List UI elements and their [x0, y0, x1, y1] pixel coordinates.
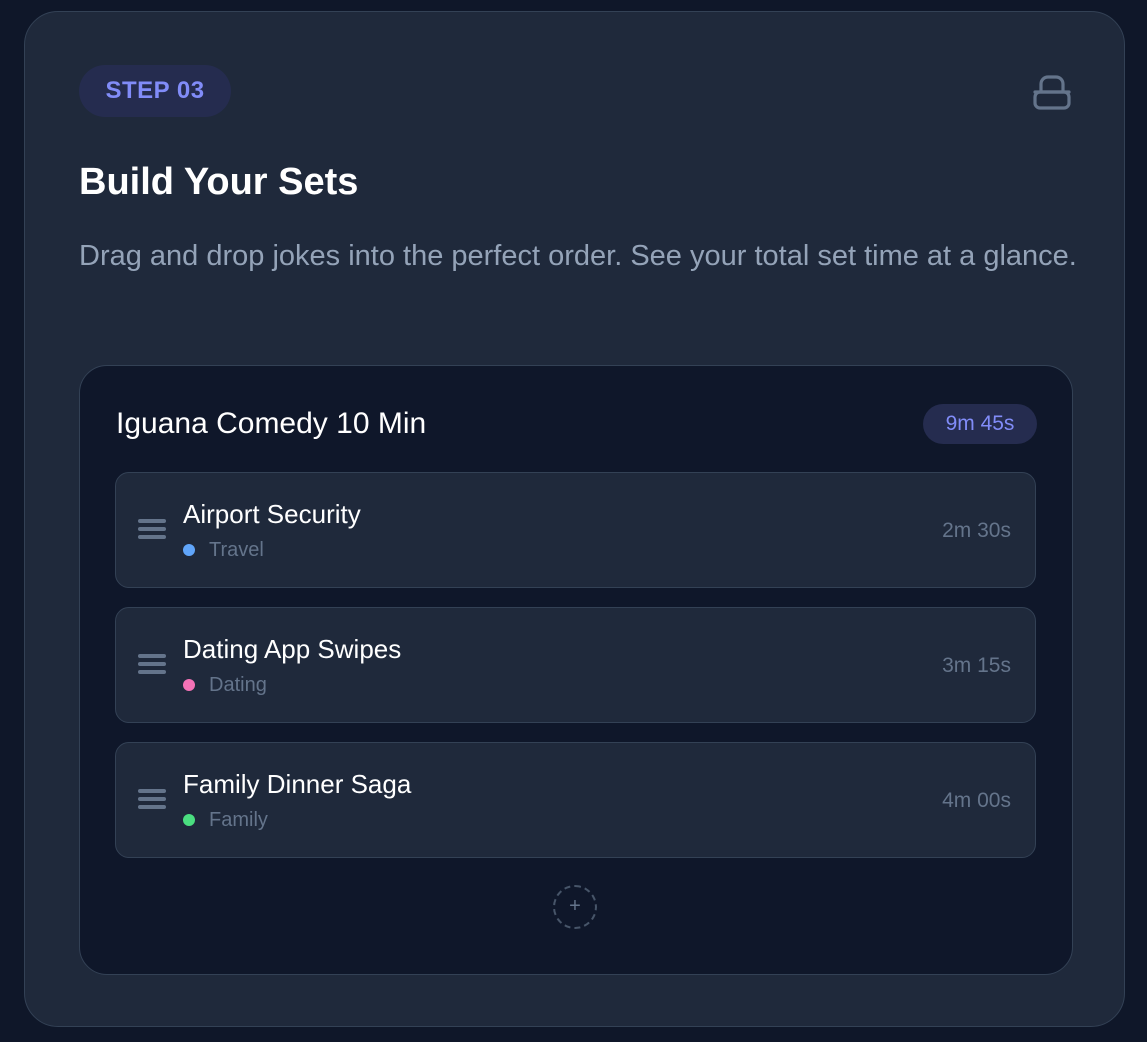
category-dot [183, 814, 195, 826]
joke-item[interactable]: Airport Security Travel 2m 30s [115, 472, 1036, 588]
joke-item[interactable]: Dating App Swipes Dating 3m 15s [115, 607, 1036, 723]
category-label: Family [209, 809, 268, 831]
page-title: Build Your Sets [79, 161, 359, 203]
drag-handle-icon[interactable] [138, 519, 166, 541]
joke-title: Family Dinner Saga [183, 769, 412, 799]
joke-category: Travel [183, 537, 264, 563]
category-label: Travel [209, 539, 264, 561]
stack-icon [1033, 73, 1071, 111]
joke-category: Family [183, 807, 268, 833]
category-dot [183, 544, 195, 556]
joke-title: Airport Security [183, 499, 361, 529]
joke-title: Dating App Swipes [183, 634, 402, 664]
feature-card: STEP 03 Build Your Sets Drag and drop jo… [24, 11, 1125, 1027]
joke-item[interactable]: Family Dinner Saga Family 4m 00s [115, 742, 1036, 858]
set-panel: Iguana Comedy 10 Min 9m 45s Airport Secu… [79, 365, 1073, 975]
category-label: Dating [209, 674, 267, 696]
drag-handle-icon[interactable] [138, 789, 166, 811]
joke-category: Dating [183, 672, 267, 698]
page-description: Drag and drop jokes into the perfect ord… [79, 240, 1077, 272]
total-time-badge: 9m 45s [923, 404, 1037, 444]
add-joke-button[interactable]: + [553, 885, 597, 929]
category-dot [183, 679, 195, 691]
step-badge: STEP 03 [79, 65, 231, 117]
set-name: Iguana Comedy 10 Min [116, 407, 427, 440]
joke-duration: 4m 00s [942, 789, 1011, 812]
joke-duration: 3m 15s [942, 654, 1011, 677]
joke-duration: 2m 30s [942, 519, 1011, 542]
drag-handle-icon[interactable] [138, 654, 166, 676]
